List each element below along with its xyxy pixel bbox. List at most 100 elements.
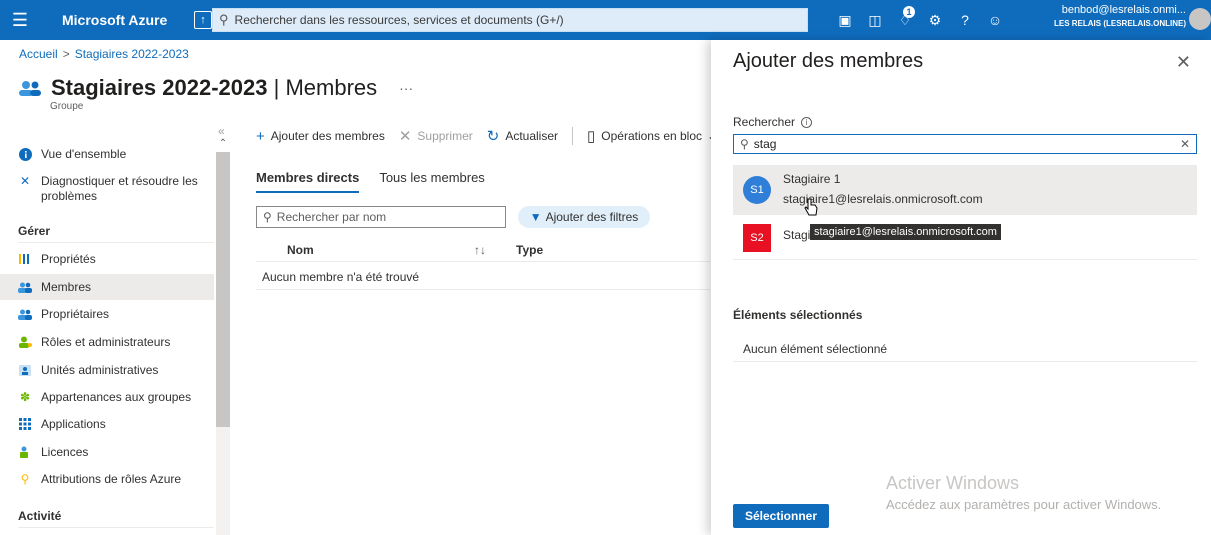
account-email: benbod@lesrelais.onmi... [1061,4,1186,16]
sidebar-section-manage: Gérer [18,224,51,238]
sidebar-item-roles[interactable]: Rôles et administrateurs [0,329,214,355]
result-name: Stagiaire 1 [783,172,841,186]
sidebar-item-licenses[interactable]: Licences [0,439,214,465]
plus-icon: + [256,127,265,145]
search-result[interactable]: S1 Stagiaire 1 stagiaire1@lesrelais.onmi… [733,165,1197,215]
scroll-up-icon[interactable]: ⌃ [216,138,230,152]
member-tabs: Membres directs Tous les membres [256,170,505,193]
avatar: S1 [743,176,771,204]
refresh-icon: ↻ [486,128,500,145]
empty-members-message: Aucun membre n'a été trouvé [262,270,420,284]
panel-title: Ajouter des membres [733,50,924,72]
table-divider [256,289,710,290]
notifications-icon[interactable]: ♢ 1 [890,0,920,40]
page-title: Stagiaires 2022-2023 | Membres [51,75,378,100]
add-filters-button[interactable]: ▼ Ajouter des filtres [518,206,650,228]
sidebar-item-label: Applications [41,417,106,431]
delete-button[interactable]: ✕ Supprimer [399,127,473,145]
settings-icon[interactable]: ⚙ [920,0,950,40]
admin-units-icon [18,363,32,377]
directory-filter-icon[interactable]: ◫ [860,0,890,40]
global-search-placeholder: Rechercher dans les ressources, services… [234,13,564,27]
copilot-icon[interactable]: ↑ [194,11,212,29]
add-members-panel: Ajouter des membres ✕ Rechercher i ⚲ sta… [711,40,1211,535]
select-button[interactable]: Sélectionner [733,504,829,528]
sidebar-item-applications[interactable]: Applications [0,411,214,437]
sidebar-item-overview[interactable]: Vue d'ensemble [0,141,214,167]
column-name[interactable]: Nom [287,243,314,257]
breadcrumb-home[interactable]: Accueil [19,47,58,61]
top-bar: ☰ Microsoft Azure ↑ ⚲ Rechercher dans le… [0,0,1211,40]
close-icon: ✕ [398,128,412,145]
toolbar-divider [572,127,574,145]
activation-watermark-title: Activer Windows [886,473,1020,493]
roles-icon [18,335,32,349]
sidebar-item-label: Vue d'ensemble [41,147,127,161]
sidebar-item-diagnose-cont[interactable]: problèmes [0,186,214,206]
close-icon[interactable]: ✕ [1176,52,1191,73]
info-icon[interactable]: i [801,116,813,128]
search-icon: ⚲ [219,12,229,27]
search-label: Rechercher i [733,115,813,129]
refresh-button[interactable]: ↻ Actualiser [487,127,558,145]
licenses-icon [18,445,32,459]
sidebar-item-members[interactable]: Membres [0,274,214,300]
sidebar-item-label: Rôles et administrateurs [41,335,171,349]
sidebar-item-owners[interactable]: Propriétaires [0,301,214,327]
sidebar-item-admin-units[interactable]: Unités administratives [0,357,214,383]
filter-icon: ▼ [529,210,542,224]
group-icon [19,79,41,97]
sidebar-scroll-thumb[interactable] [216,152,230,427]
bulk-operations-button[interactable]: ▯Opérations en bloc⌄ [587,127,717,145]
sidebar-item-label: problèmes [41,189,98,203]
sidebar-item-group-memberships[interactable]: ✽ Appartenances aux groupes [0,384,214,410]
selected-items-empty: Aucun élément sélectionné [733,334,1197,362]
activation-watermark-subtitle: Accédez aux paramètres pour activer Wind… [886,497,1162,512]
members-table-header: Nom ↑↓ Type [256,238,710,262]
search-by-name-placeholder: Rechercher par nom [276,210,387,224]
sort-icon[interactable]: ↑↓ [474,243,486,257]
sidebar-item-label: Attributions de rôles Azure [41,472,182,486]
selected-items-title: Éléments sélectionnés [733,308,863,322]
document-icon: ▯ [587,128,596,145]
collapse-sidebar-icon[interactable]: « [218,124,225,138]
breadcrumb-current[interactable]: Stagiaires 2022-2023 [75,47,189,61]
avatar[interactable] [1189,8,1211,30]
more-icon[interactable]: ··· [399,80,413,96]
member-search-input[interactable]: ⚲ stag ✕ [733,134,1197,154]
sidebar-item-label: Propriétaires [41,307,110,321]
sidebar-section-activity: Activité [18,509,62,523]
cloud-shell-icon[interactable]: ▣ [830,0,860,40]
clear-icon[interactable]: ✕ [1180,137,1190,151]
owners-icon [18,307,32,321]
member-search-value: stag [753,137,777,151]
key-icon: ⚲ [20,472,30,486]
global-search-input[interactable]: ⚲ Rechercher dans les ressources, servic… [212,8,808,32]
top-icons: ▣ ◫ ♢ 1 ⚙ ? ☺ [830,0,1010,40]
sidebar-divider [18,527,214,528]
hand-cursor-icon [804,198,818,216]
column-type[interactable]: Type [516,243,543,257]
brand-title[interactable]: Microsoft Azure [40,12,186,28]
properties-icon [18,252,32,266]
breadcrumb: Accueil > Stagiaires 2022-2023 [19,47,189,61]
help-icon[interactable]: ? [950,0,980,40]
members-icon [18,280,32,294]
add-members-button[interactable]: + Ajouter des membres [256,128,385,145]
page-subtitle: Groupe [50,101,84,112]
sidebar-item-azure-role-assignments[interactable]: ⚲ Attributions de rôles Azure [0,466,214,492]
search-by-name-input[interactable]: ⚲ Rechercher par nom [256,206,506,228]
notification-badge: 1 [903,6,915,18]
feedback-icon[interactable]: ☺ [980,0,1010,40]
sidebar-item-properties[interactable]: Propriétés [0,246,214,272]
search-icon: ⚲ [263,210,272,224]
tab-all-members[interactable]: Tous les membres [379,170,484,193]
account-info[interactable]: benbod@lesrelais.onmi... LES RELAIS (LES… [1040,3,1186,31]
sidebar-item-label: Propriétés [41,252,96,266]
info-icon [18,147,32,161]
email-tooltip: stagiaire1@lesrelais.onmicrosoft.com [810,224,1001,240]
memberships-icon: ✽ [19,390,31,404]
menu-icon[interactable]: ☰ [0,0,40,40]
tab-direct-members[interactable]: Membres directs [256,170,360,193]
search-icon: ⚲ [740,137,749,151]
